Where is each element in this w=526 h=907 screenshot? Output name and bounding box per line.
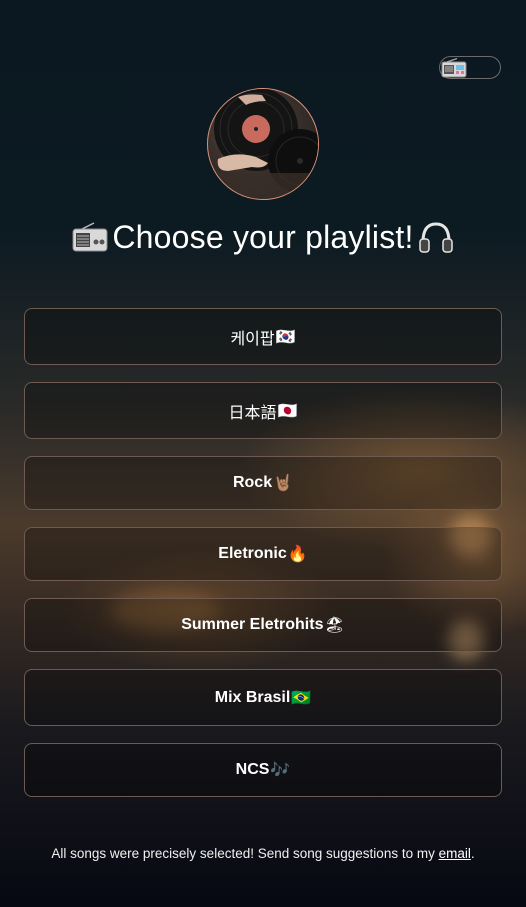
playlist-button-japanese[interactable]: 日本語 🇯🇵 [24, 382, 502, 439]
footer-suffix: . [470, 846, 475, 861]
page-title: Choose your playlist! [0, 218, 526, 256]
playlist-label: Summer Eletrohits [181, 616, 324, 633]
footer-note: All songs were precisely selected! Send … [0, 846, 526, 861]
playlist-button-rock[interactable]: Rock 🤘🏽 [24, 456, 502, 510]
email-link[interactable]: email [439, 846, 471, 861]
headphones-icon [418, 220, 454, 254]
brazil-flag-icon: 🇧🇷 [291, 689, 312, 707]
playlist-button-ncs[interactable]: NCS 🎶 [24, 743, 502, 797]
playlist-label: NCS [235, 761, 270, 778]
playlist-label: 日本語 [228, 404, 277, 422]
playlist-button-summer-eletrohits[interactable]: Summer Eletrohits 🏖 [24, 598, 502, 652]
page-title-text: Choose your playlist! [112, 219, 414, 255]
rock-hand-icon: 🤘🏽 [273, 475, 294, 492]
radio-icon [440, 57, 468, 78]
korea-flag-icon: 🇰🇷 [275, 328, 296, 346]
fire-icon: 🔥 [287, 546, 308, 563]
avatar [207, 88, 319, 200]
playlist-button-eletronic[interactable]: Eletronic 🔥 [24, 527, 502, 581]
radio-icon [72, 222, 108, 252]
beach-umbrella-icon: 🏖 [324, 617, 345, 634]
music-notes-icon: 🎶 [270, 762, 291, 779]
vinyl-record-image [208, 89, 318, 199]
japan-flag-icon: 🇯🇵 [277, 402, 298, 420]
playlist-button-kpop[interactable]: 케이팝 🇰🇷 [24, 308, 502, 365]
playlist-label: 케이팝 [230, 330, 275, 348]
footer-text: All songs were precisely selected! Send … [51, 846, 439, 861]
playlist-button-mix-brasil[interactable]: Mix Brasil 🇧🇷 [24, 669, 502, 726]
playlist-label: Mix Brasil [214, 688, 291, 706]
playlist-label: Rock [232, 474, 273, 491]
playlist-label: Eletronic [218, 545, 287, 562]
theme-toggle[interactable] [439, 56, 501, 79]
